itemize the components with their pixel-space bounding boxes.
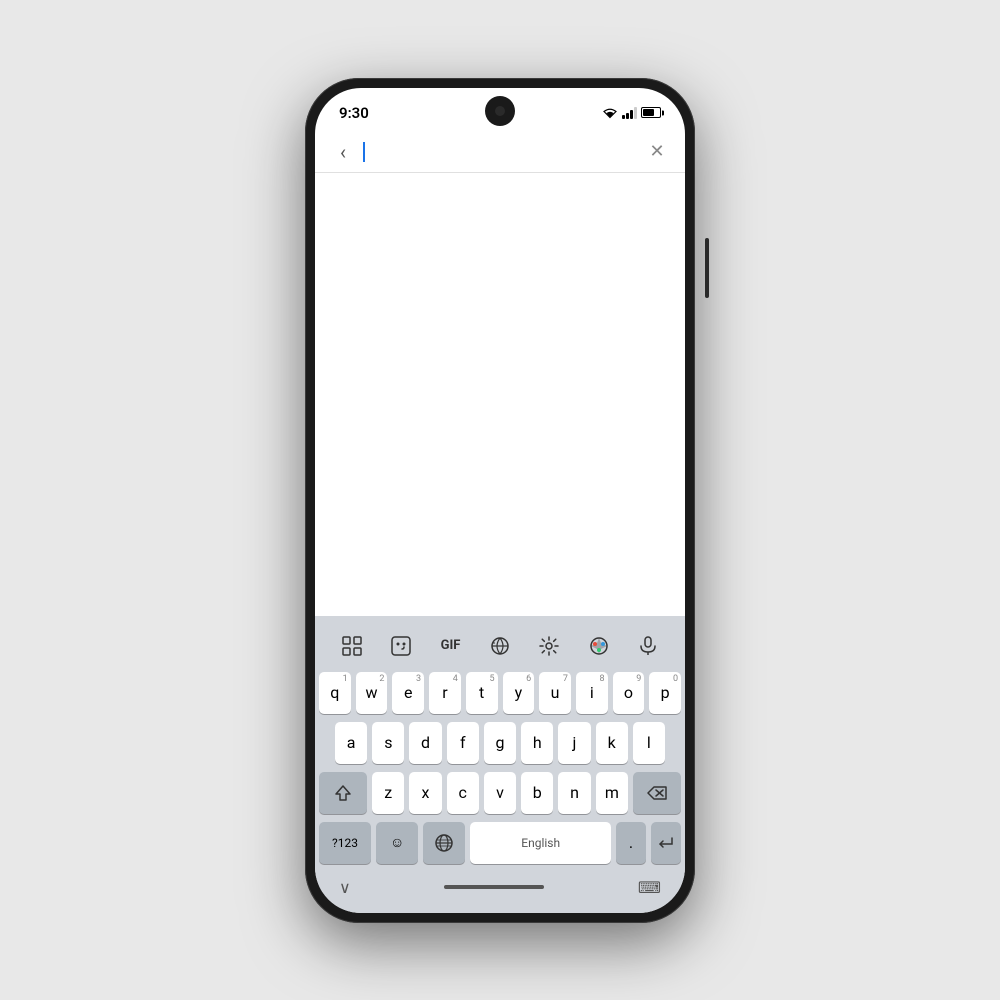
backspace-icon [647,785,667,801]
keyboard: GIF [315,616,685,913]
period-label: . [629,833,633,852]
enter-icon [656,834,676,852]
mic-toolbar-button[interactable] [630,628,666,664]
status-bar: 9:30 [315,88,685,132]
enter-key[interactable] [651,822,681,864]
emoji-key[interactable]: ☺ [376,822,418,864]
power-button [705,238,709,298]
gif-label: GIF [441,638,461,653]
key-m[interactable]: m [596,772,628,814]
key-w[interactable]: 2w [356,672,388,714]
camera-notch [485,96,515,126]
theme-icon [588,635,610,657]
phone-screen: 9:30 [315,88,685,913]
wifi-icon [602,107,618,119]
gif-toolbar-button[interactable]: GIF [433,628,469,664]
globe-key[interactable] [423,822,465,864]
symbol-label: ?123 [332,836,358,850]
status-icons [602,107,661,119]
key-h[interactable]: h [521,722,553,764]
battery-fill [643,109,654,116]
key-p[interactable]: 0p [649,672,681,714]
key-u[interactable]: 7u [539,672,571,714]
bottom-nav: ∨ ⌨ [319,872,681,909]
status-time: 9:30 [339,104,369,122]
key-j[interactable]: j [558,722,590,764]
key-z[interactable]: z [372,772,404,814]
apps-icon [341,635,363,657]
keyboard-row-2: a s d f g h j k l [319,722,681,764]
key-d[interactable]: d [409,722,441,764]
period-key[interactable]: . [616,822,646,864]
key-g[interactable]: g [484,722,516,764]
key-k[interactable]: k [596,722,628,764]
space-label: English [521,836,560,850]
key-t[interactable]: 5t [466,672,498,714]
keyboard-row-3: z x c v b n m [319,772,681,814]
key-v[interactable]: v [484,772,516,814]
phone-device: 9:30 [305,78,695,923]
content-area [315,173,685,616]
search-input-area[interactable] [363,142,637,162]
globe-icon [434,833,454,853]
key-l[interactable]: l [633,722,665,764]
theme-toolbar-button[interactable] [581,628,617,664]
keyboard-row-4: ?123 ☺ English [319,822,681,864]
key-c[interactable]: c [447,772,479,814]
translate-icon [489,635,511,657]
keyboard-grid-icon[interactable]: ⌨ [638,878,661,897]
shift-icon [334,784,352,802]
key-i[interactable]: 8i [576,672,608,714]
sticker-toolbar-button[interactable] [383,628,419,664]
front-camera [495,106,505,116]
key-s[interactable]: s [372,722,404,764]
key-o[interactable]: 9o [613,672,645,714]
settings-toolbar-button[interactable] [531,628,567,664]
settings-icon [538,635,560,657]
key-f[interactable]: f [447,722,479,764]
back-button[interactable]: ‹ [331,140,355,164]
space-key[interactable]: English [470,822,611,864]
sticker-icon [390,635,412,657]
translate-toolbar-button[interactable] [482,628,518,664]
home-indicator [444,885,544,889]
search-bar: ‹ ✕ [315,132,685,173]
key-e[interactable]: 3e [392,672,424,714]
emoji-label: ☺ [390,834,404,851]
chevron-down-icon[interactable]: ∨ [339,878,351,897]
shift-key[interactable] [319,772,367,814]
keyboard-toolbar: GIF [319,624,681,672]
mic-icon [637,635,659,657]
key-n[interactable]: n [558,772,590,814]
key-q[interactable]: 1q [319,672,351,714]
key-a[interactable]: a [335,722,367,764]
symbol-key[interactable]: ?123 [319,822,371,864]
apps-toolbar-button[interactable] [334,628,370,664]
signal-icon [622,107,637,119]
key-x[interactable]: x [409,772,441,814]
text-cursor [363,142,365,162]
close-button[interactable]: ✕ [645,141,669,162]
key-b[interactable]: b [521,772,553,814]
battery-icon [641,107,661,118]
backspace-key[interactable] [633,772,681,814]
key-r[interactable]: 4r [429,672,461,714]
keyboard-row-1: 1q 2w 3e 4r 5t 6y 7u 8i 9o 0p [319,672,681,714]
key-y[interactable]: 6y [503,672,535,714]
